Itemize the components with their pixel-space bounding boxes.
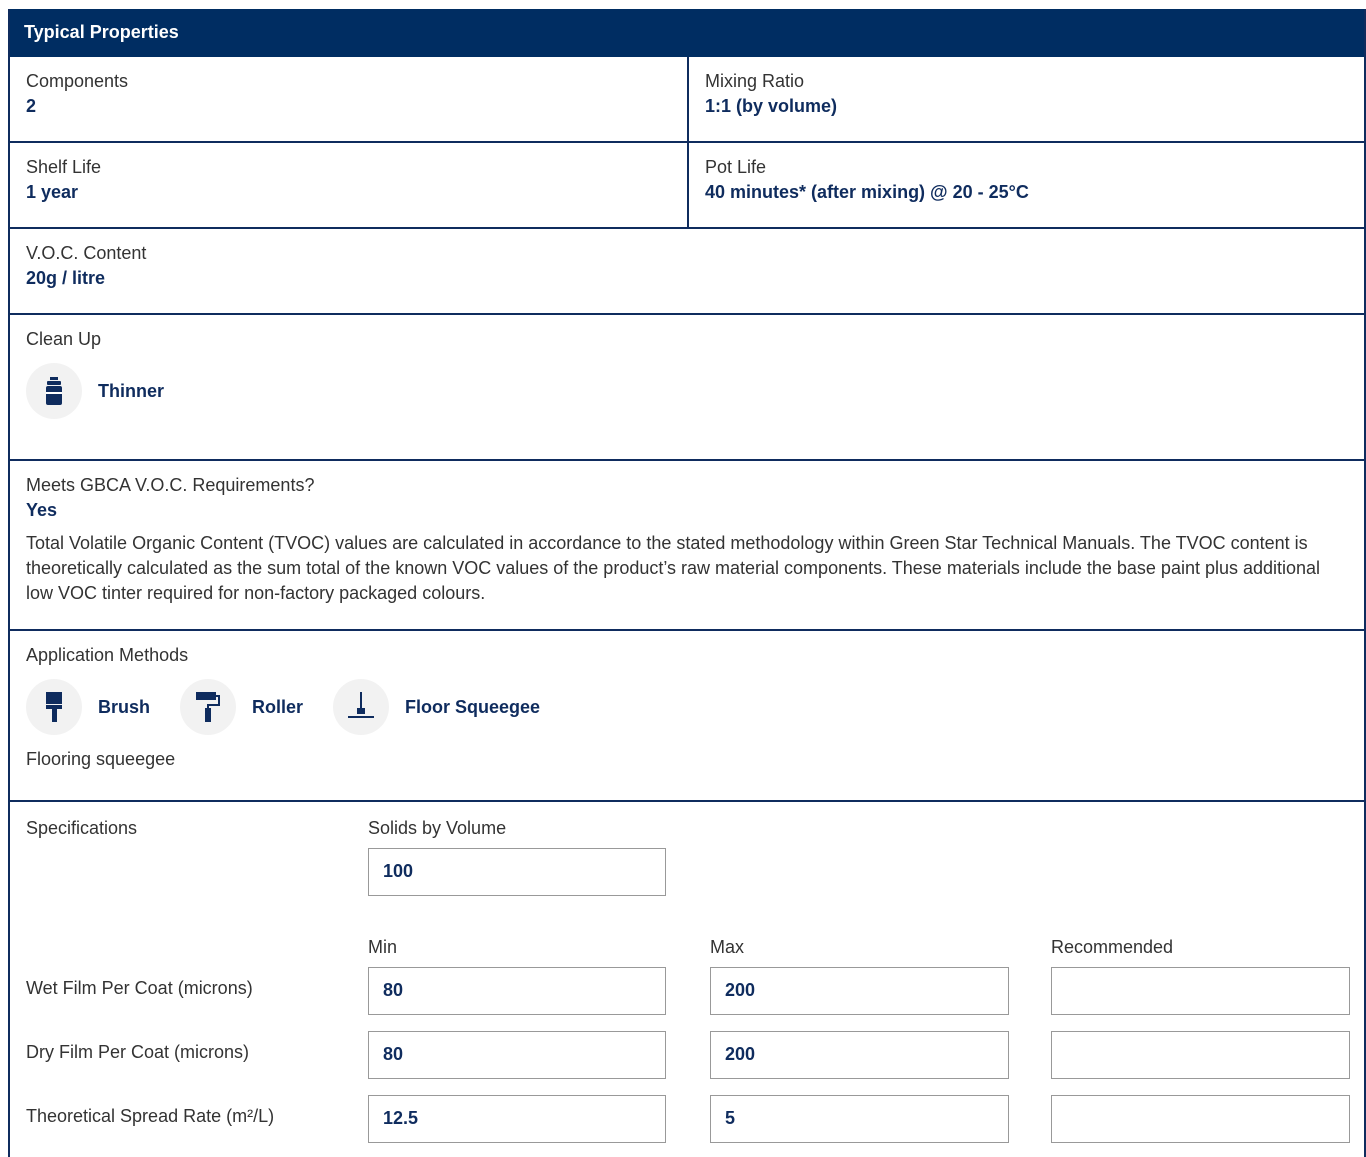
row-components-mixing: Components 2 Mixing Ratio 1:1 (by volume… [10, 57, 1364, 143]
components-value: 2 [26, 96, 37, 116]
spread-rate-label: Theoretical Spread Rate (m²/L) [26, 1106, 275, 1126]
voc-label: V.O.C. Content [26, 243, 147, 263]
application-note: Flooring squeegee [26, 749, 176, 769]
pot-life-cell: Pot Life 40 minutes* (after mixing) @ 20… [687, 143, 1364, 227]
col-recommended-label: Recommended [1051, 937, 1174, 957]
row-voc: V.O.C. Content 20g / litre [10, 229, 1364, 315]
dry-film-max-input[interactable]: 200 [710, 1031, 1009, 1079]
mixing-ratio-label: Mixing Ratio [705, 71, 805, 91]
dry-film-recommended-input[interactable] [1051, 1031, 1350, 1079]
floor-squeegee-label: Floor Squeegee [405, 697, 541, 717]
brush-label: Brush [98, 697, 151, 717]
components-label: Components [26, 71, 129, 91]
method-floor-squeegee: Floor Squeegee [333, 679, 540, 735]
application-methods: Brush Roller Floor Squeegee [26, 679, 1348, 735]
brush-icon [26, 679, 82, 735]
squeegee-icon [333, 679, 390, 735]
gbca-description: Total Volatile Organic Content (TVOC) va… [26, 533, 1321, 603]
wet-film-max-input[interactable]: 200 [710, 967, 1009, 1015]
wet-film-min-input[interactable]: 80 [368, 967, 666, 1015]
col-min-label: Min [368, 937, 398, 957]
gbca-value: Yes [26, 500, 58, 520]
clean-up-thinner: Thinner [26, 363, 164, 419]
clean-up-methods: Thinner [26, 363, 1348, 419]
row-shelf-pot: Shelf Life 1 year Pot Life 40 minutes* (… [10, 143, 1364, 229]
solids-input[interactable]: 100 [368, 848, 666, 896]
thinner-label: Thinner [98, 381, 164, 401]
thinner-can-icon [26, 363, 82, 419]
wet-film-label: Wet Film Per Coat (microns) [26, 978, 253, 998]
mixing-ratio-value: 1:1 (by volume) [705, 96, 838, 116]
pot-life-value: 40 minutes* (after mixing) @ 20 - 25°C [705, 182, 1029, 202]
pot-life-label: Pot Life [705, 157, 767, 177]
clean-up-label: Clean Up [26, 329, 102, 349]
method-brush: Brush [26, 679, 150, 735]
specifications-label: Specifications [26, 818, 138, 838]
panel-header: Typical Properties [10, 9, 1364, 57]
spread-rate-max-input[interactable]: 5 [710, 1095, 1009, 1143]
wet-film-recommended-input[interactable] [1051, 967, 1350, 1015]
application-label: Application Methods [26, 645, 189, 665]
row-clean-up: Clean Up Thinner [10, 315, 1364, 461]
mixing-ratio-cell: Mixing Ratio 1:1 (by volume) [687, 57, 1364, 141]
voc-value: 20g / litre [26, 268, 106, 288]
spread-rate-min-input[interactable]: 12.5 [368, 1095, 666, 1143]
clean-up-cell: Clean Up Thinner [10, 315, 1364, 431]
gbca-cell: Meets GBCA V.O.C. Requirements? Yes Tota… [10, 461, 1364, 618]
spread-rate-recommended-input[interactable] [1051, 1095, 1350, 1143]
dry-film-min-input[interactable]: 80 [368, 1031, 666, 1079]
components-cell: Components 2 [10, 57, 687, 141]
gbca-label: Meets GBCA V.O.C. Requirements? [26, 475, 315, 495]
voc-cell: V.O.C. Content 20g / litre [10, 229, 1364, 303]
typical-properties-panel: Typical Properties Components 2 Mixing R… [8, 9, 1366, 1157]
row-gbca: Meets GBCA V.O.C. Requirements? Yes Tota… [10, 461, 1364, 631]
shelf-life-label: Shelf Life [26, 157, 102, 177]
method-roller: Roller [180, 679, 303, 735]
col-max-label: Max [710, 937, 745, 957]
row-application: Application Methods Brush Roller Floor S… [10, 631, 1364, 802]
shelf-life-value: 1 year [26, 182, 79, 202]
application-cell: Application Methods Brush Roller Floor S… [10, 631, 1364, 783]
row-specifications: Specifications Solids by Volume 100 Min … [10, 802, 1364, 1157]
solids-label: Solids by Volume [368, 818, 507, 838]
roller-label: Roller [252, 697, 304, 717]
roller-icon [180, 679, 237, 735]
dry-film-label: Dry Film Per Coat (microns) [26, 1042, 250, 1062]
shelf-life-cell: Shelf Life 1 year [10, 143, 687, 227]
